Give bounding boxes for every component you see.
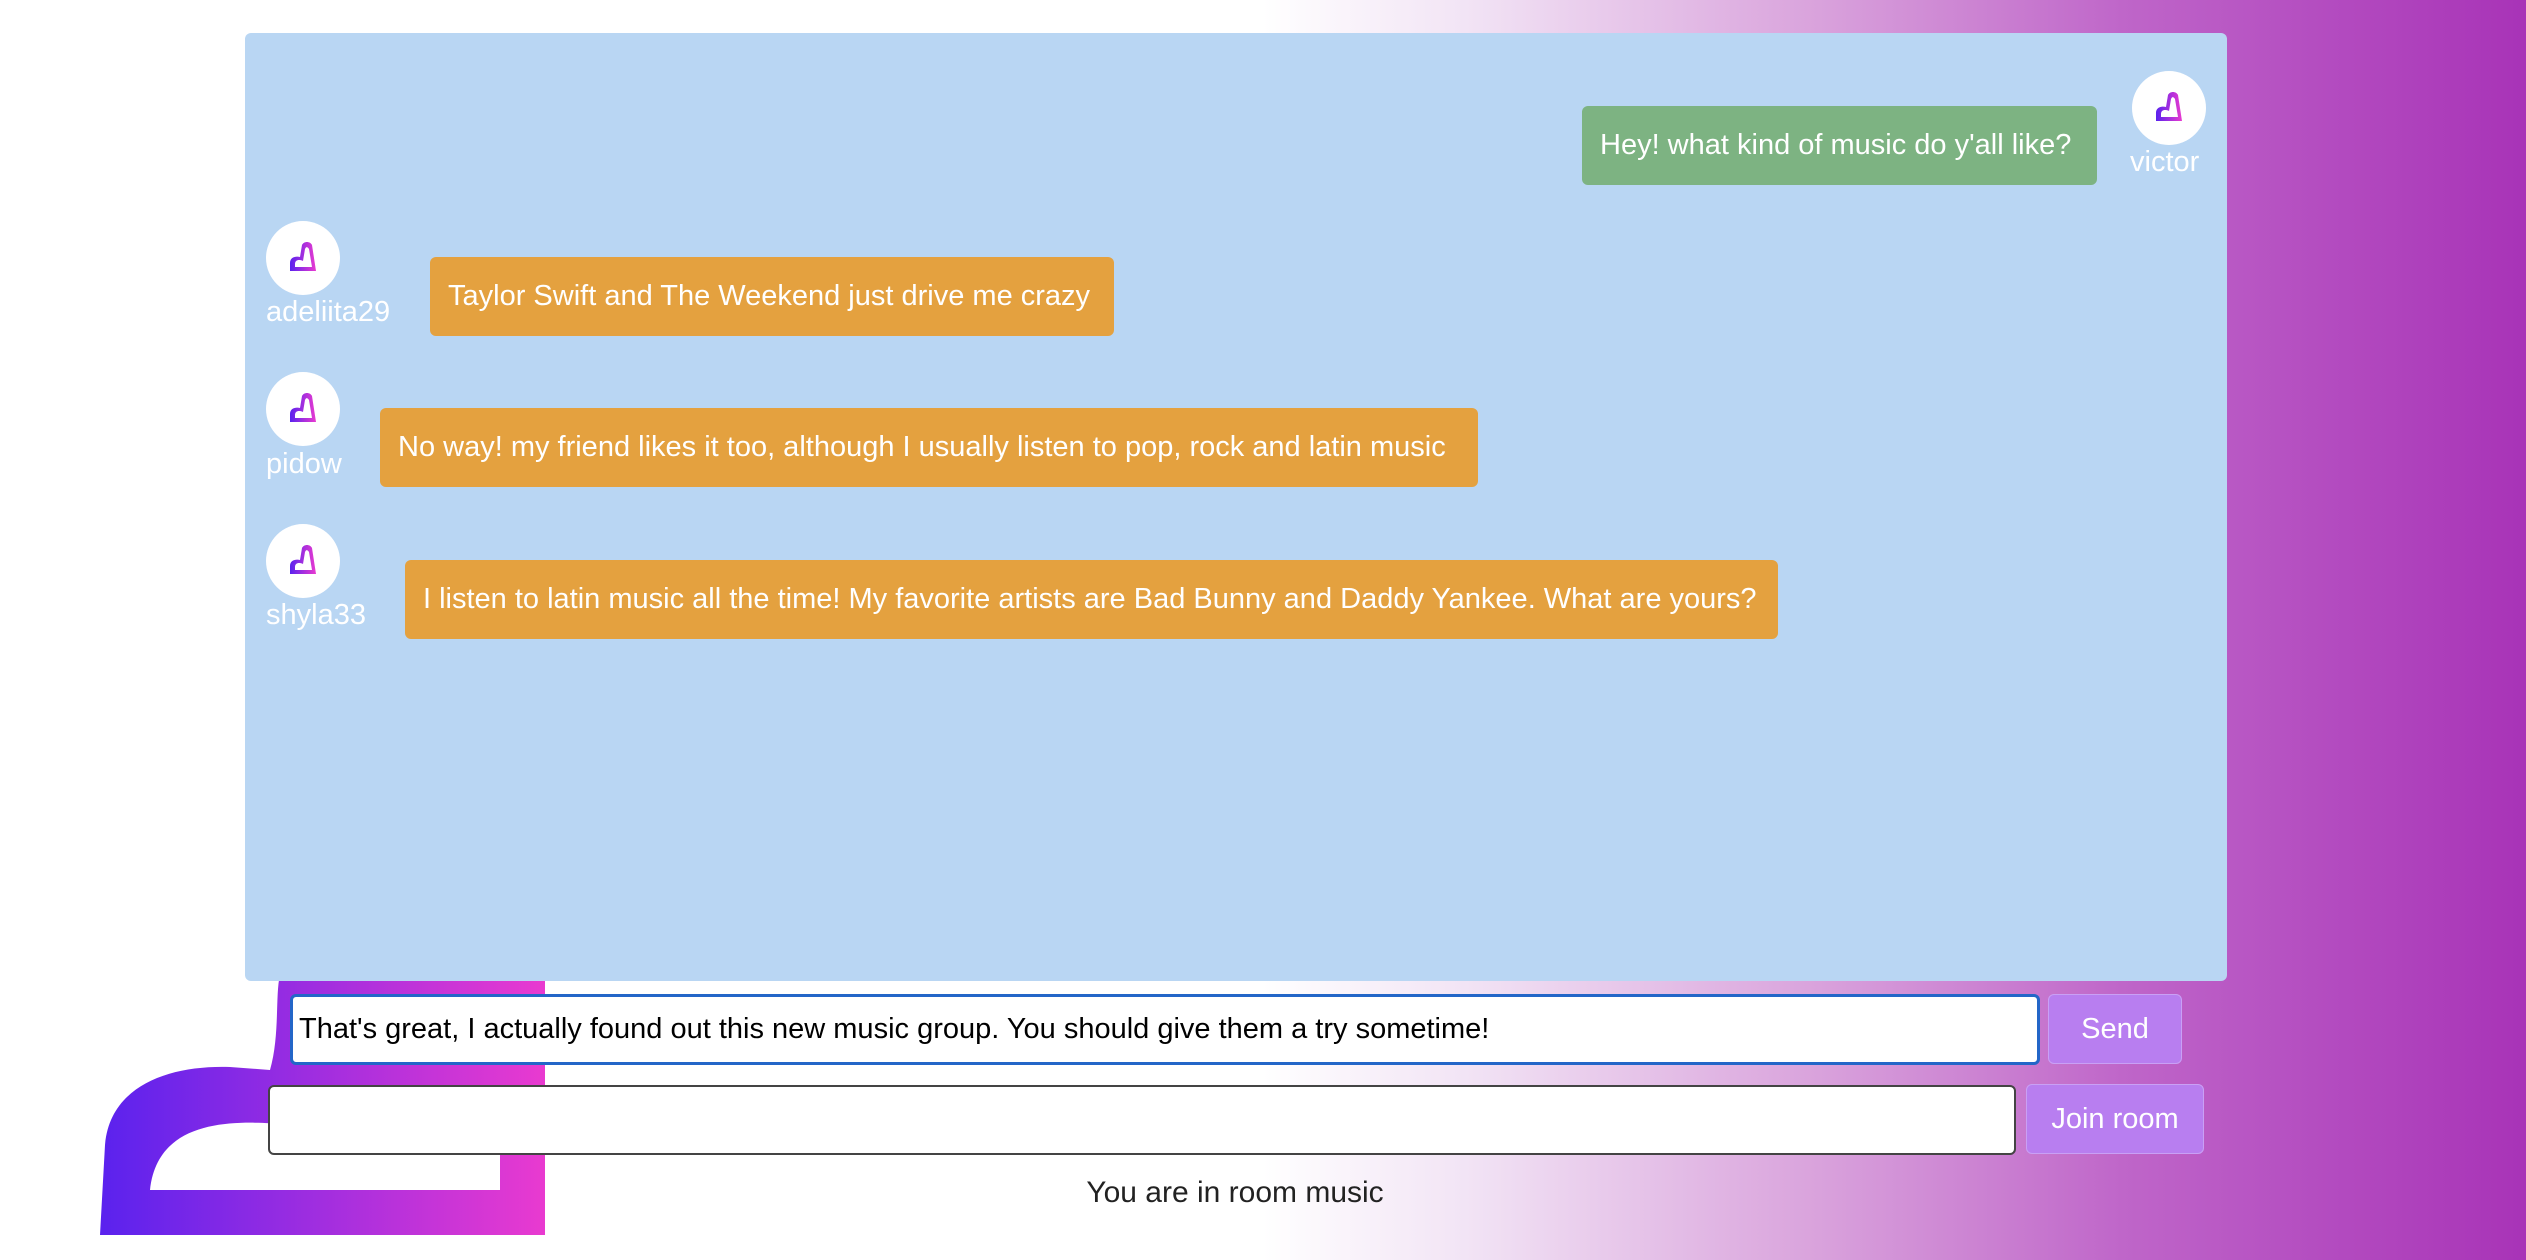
- username: victor: [2130, 146, 2200, 178]
- avatar: [266, 372, 340, 446]
- message-input[interactable]: [290, 994, 2040, 1065]
- avatar: [266, 524, 340, 598]
- room-input[interactable]: [268, 1085, 2016, 1155]
- heart-logo-icon: [290, 242, 316, 271]
- heart-logo-icon: [2156, 92, 2182, 121]
- message-bubble: I listen to latin music all the time! My…: [405, 560, 1778, 639]
- avatar: [266, 221, 340, 295]
- message-bubble: Hey! what kind of music do y'all like?: [1582, 106, 2097, 185]
- heart-logo-icon: [290, 545, 316, 574]
- username: shyla33: [266, 599, 366, 631]
- message-bubble: No way! my friend likes it too, although…: [380, 408, 1478, 487]
- chat-messages-panel[interactable]: Hey! what kind of music do y'all like? v…: [245, 33, 2227, 981]
- message-bubble: Taylor Swift and The Weekend just drive …: [430, 257, 1114, 336]
- heart-logo-icon: [290, 393, 316, 422]
- room-status: You are in room music: [1086, 1176, 1384, 1209]
- avatar: [2132, 71, 2206, 145]
- send-button[interactable]: Send: [2048, 994, 2182, 1064]
- username: pidow: [266, 448, 342, 480]
- username: adeliita29: [266, 296, 391, 328]
- join-room-button[interactable]: Join room: [2026, 1084, 2204, 1154]
